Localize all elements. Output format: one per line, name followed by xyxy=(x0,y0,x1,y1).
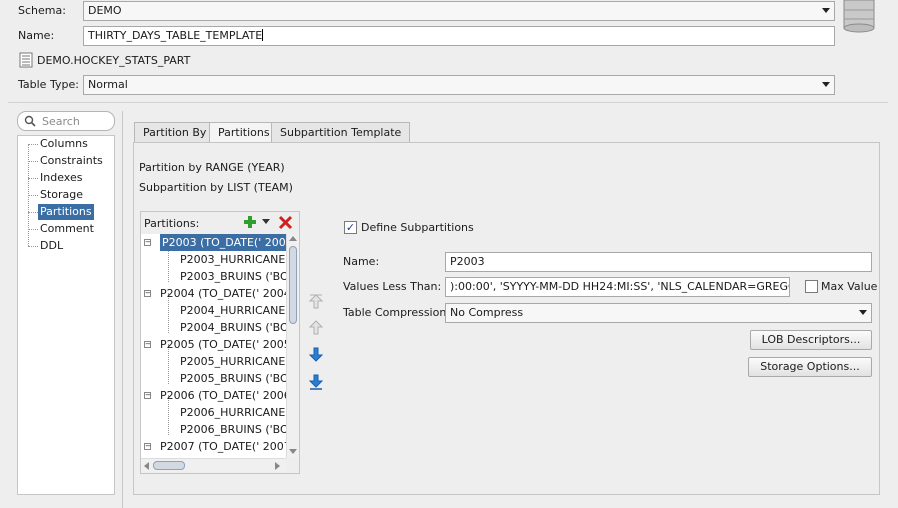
tree-row-p2007[interactable]: P2007 (TO_DATE(' 2007- xyxy=(160,438,286,455)
tree-row-p2005-hurricanes[interactable]: P2005_HURRICANES xyxy=(180,353,286,370)
tree-row-p2003-hurricanes[interactable]: P2003_HURRICANES xyxy=(180,251,286,268)
horizontal-scrollbar[interactable] xyxy=(141,458,286,472)
define-subpartitions-label: Define Subpartitions xyxy=(361,221,474,234)
tree-connector xyxy=(28,246,38,247)
tree-row-p2004-bruins[interactable]: P2004_BRUINS ('BOS' xyxy=(180,319,286,336)
vertical-scroll-thumb[interactable] xyxy=(289,246,297,324)
tree-connector xyxy=(28,195,38,196)
lob-descriptors-button[interactable]: LOB Descriptors... xyxy=(750,330,872,350)
nav-item-partitions[interactable]: Partitions xyxy=(38,204,94,220)
table-name-value: THIRTY_DAYS_TABLE_TEMPLATE xyxy=(88,29,263,42)
search-input[interactable]: Search xyxy=(17,111,115,131)
values-less-than-value: ):00:00', 'SYYYY-MM-DD HH24:MI:SS', 'NLS… xyxy=(450,280,789,293)
tree-row-p2003[interactable]: P2003 (TO_DATE(' 2003- xyxy=(160,234,286,251)
table-name-input[interactable]: THIRTY_DAYS_TABLE_TEMPLATE xyxy=(83,26,835,46)
scroll-left-icon[interactable] xyxy=(144,462,150,470)
chevron-down-icon xyxy=(822,82,830,87)
delete-partition-icon[interactable] xyxy=(278,215,293,230)
table-type-select[interactable]: Normal xyxy=(83,75,835,95)
search-icon xyxy=(24,115,36,127)
max-value-checkbox[interactable] xyxy=(805,280,818,293)
nav-item-storage[interactable]: Storage xyxy=(40,187,83,203)
name-label: Name: xyxy=(18,29,55,42)
partitions-label: Partitions: xyxy=(144,217,200,230)
tab-partition-by[interactable]: Partition By xyxy=(134,122,216,142)
tree-row-p2005-bruins[interactable]: P2005_BRUINS ('BOS' xyxy=(180,370,286,387)
define-subpartitions-checkbox[interactable]: ✓ xyxy=(344,221,357,234)
table-type-label: Table Type: xyxy=(18,78,79,91)
table-icon xyxy=(19,52,33,68)
nav-item-columns[interactable]: Columns xyxy=(40,136,88,152)
chevron-down-icon xyxy=(822,8,830,13)
tree-row-p2004-hurricanes[interactable]: P2004_HURRICANES xyxy=(180,302,286,319)
database-icon xyxy=(843,0,875,33)
collapse-icon[interactable]: − xyxy=(144,290,151,297)
tree-row-p2006[interactable]: P2006 (TO_DATE(' 2006- xyxy=(160,387,286,404)
table-reference: DEMO.HOCKEY_STATS_PART xyxy=(37,54,191,67)
tree-row-p2005[interactable]: P2005 (TO_DATE(' 2005- xyxy=(160,336,286,353)
schema-select[interactable]: DEMO xyxy=(83,1,835,21)
schema-value: DEMO xyxy=(88,4,122,17)
collapse-icon[interactable]: − xyxy=(144,341,151,348)
tree-connector xyxy=(28,229,38,230)
scroll-right-icon[interactable] xyxy=(275,462,281,470)
tree-row-p2003-bruins[interactable]: P2003_BRUINS ('BOS' xyxy=(180,268,286,285)
subpartition-type-text: Subpartition by LIST (TEAM) xyxy=(139,181,293,194)
table-compression-value: No Compress xyxy=(450,306,524,319)
schema-label: Schema: xyxy=(18,4,66,17)
values-less-than-label: Values Less Than: xyxy=(343,280,442,293)
tab-partitions[interactable]: Partitions xyxy=(209,122,279,143)
collapse-icon[interactable]: − xyxy=(144,392,151,399)
nav-item-ddl[interactable]: DDL xyxy=(40,238,63,254)
move-up-icon[interactable] xyxy=(308,320,324,336)
partitions-tree[interactable]: − P2003 (TO_DATE(' 2003- P2003_HURRICANE… xyxy=(141,234,286,458)
scroll-down-icon[interactable] xyxy=(289,449,297,455)
tree-connector xyxy=(28,161,38,162)
nav-item-comment[interactable]: Comment xyxy=(40,221,94,237)
tree-connector xyxy=(28,178,38,179)
partition-name-label: Name: xyxy=(343,255,380,268)
partition-name-input[interactable]: P2003 xyxy=(445,252,872,272)
partition-type-text: Partition by RANGE (YEAR) xyxy=(139,161,285,174)
text-caret xyxy=(262,29,264,41)
search-placeholder: Search xyxy=(42,115,80,128)
move-to-top-icon[interactable] xyxy=(308,294,324,310)
table-compression-select[interactable]: No Compress xyxy=(445,303,872,323)
table-compression-label: Table Compression: xyxy=(343,306,451,319)
add-partition-icon[interactable] xyxy=(243,215,257,229)
panel-divider xyxy=(122,111,123,508)
chevron-down-icon[interactable] xyxy=(262,219,270,225)
move-to-bottom-icon[interactable] xyxy=(308,374,324,390)
values-less-than-input[interactable]: ):00:00', 'SYYYY-MM-DD HH24:MI:SS', 'NLS… xyxy=(445,277,790,297)
partition-name-value: P2003 xyxy=(450,255,485,268)
max-value-label: Max Value xyxy=(821,280,878,293)
scroll-up-icon[interactable] xyxy=(289,236,297,242)
chevron-down-icon xyxy=(859,310,867,315)
collapse-icon[interactable]: − xyxy=(144,443,151,450)
horizontal-scroll-thumb[interactable] xyxy=(153,461,185,470)
move-down-icon[interactable] xyxy=(308,347,324,363)
tree-row-p2006-bruins[interactable]: P2006_BRUINS ('BOS' xyxy=(180,421,286,438)
table-type-value: Normal xyxy=(88,78,128,91)
nav-item-indexes[interactable]: Indexes xyxy=(40,170,82,186)
vertical-scrollbar[interactable] xyxy=(286,234,299,458)
divider xyxy=(8,102,888,103)
storage-options-button[interactable]: Storage Options... xyxy=(748,357,872,377)
nav-item-constraints[interactable]: Constraints xyxy=(40,153,103,169)
collapse-icon[interactable]: − xyxy=(144,239,151,246)
tab-subpartition-template[interactable]: Subpartition Template xyxy=(271,122,411,142)
tree-row-p2006-hurricanes[interactable]: P2006_HURRICANES xyxy=(180,404,286,421)
tree-connector xyxy=(28,144,38,145)
tree-row-p2004[interactable]: P2004 (TO_DATE(' 2004- xyxy=(160,285,286,302)
tree-connector xyxy=(28,212,38,213)
